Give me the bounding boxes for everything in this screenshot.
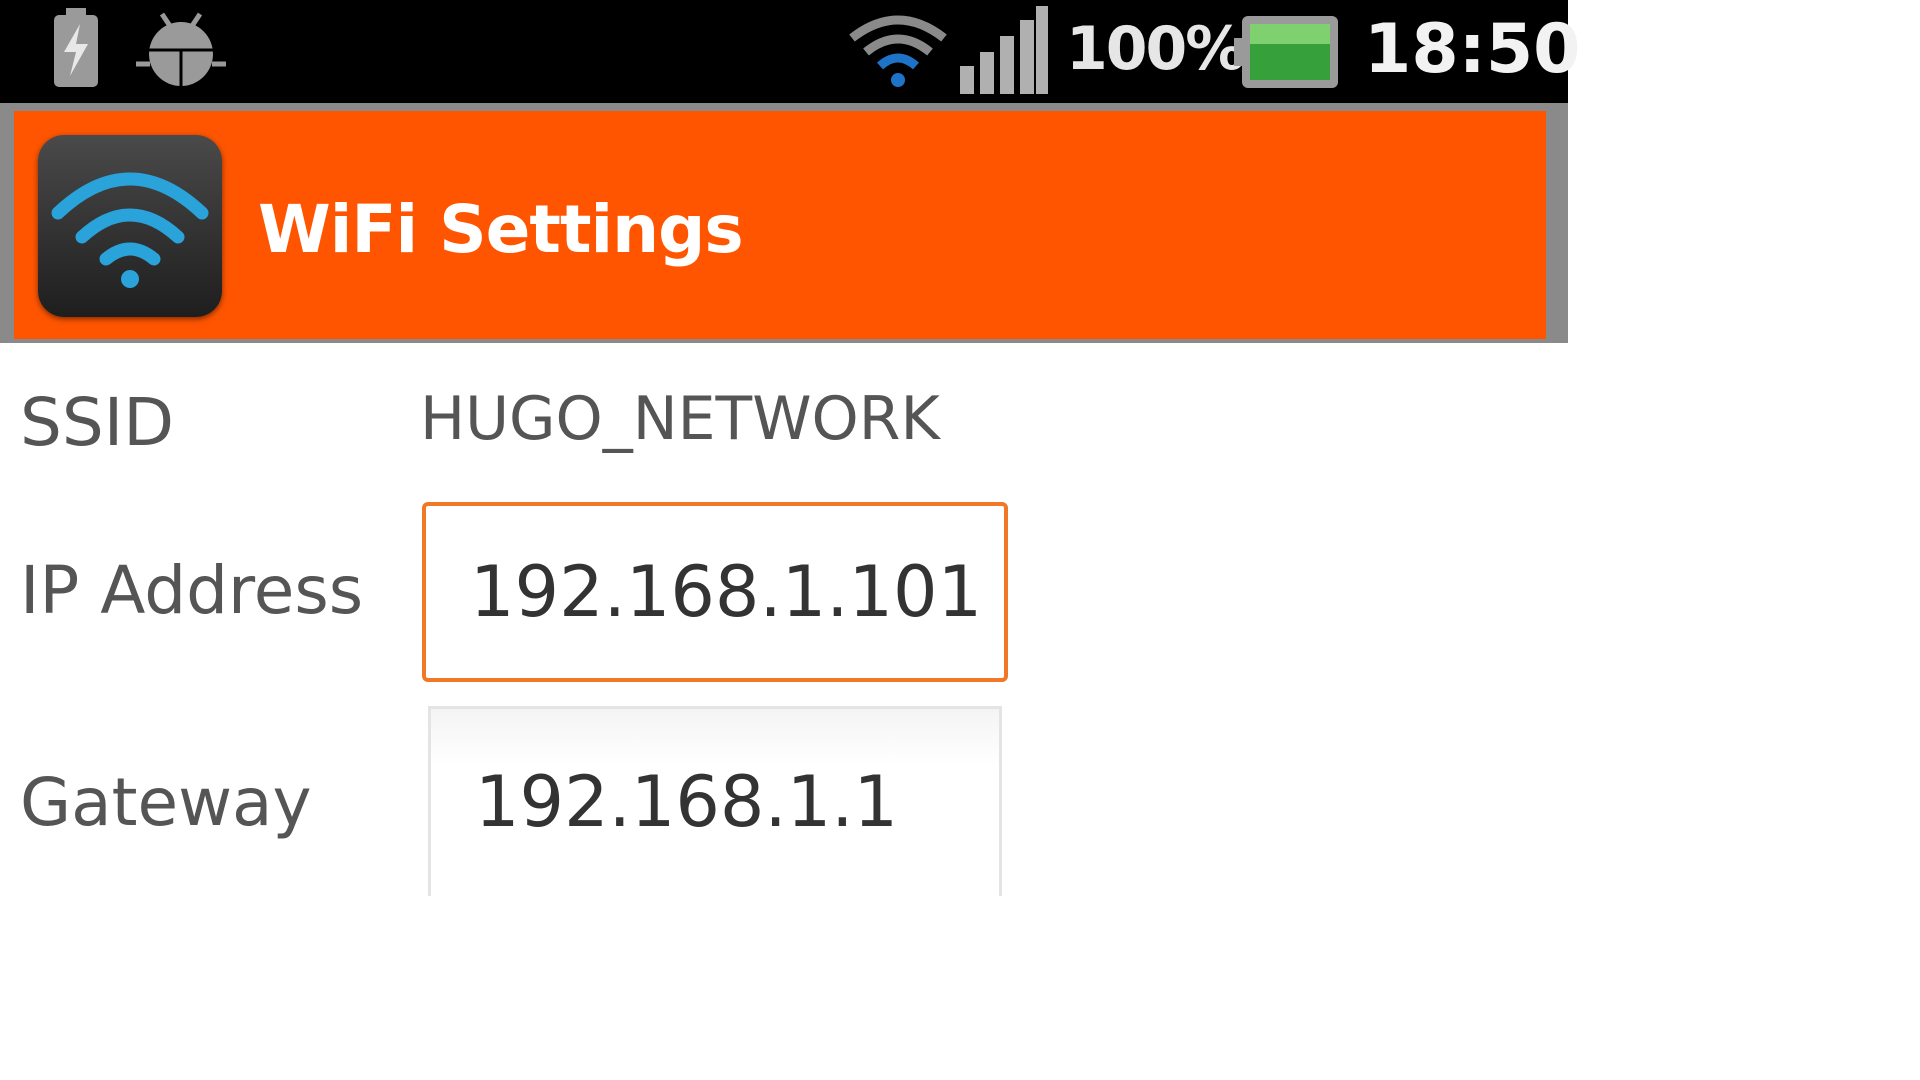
cell-signal-icon [960, 6, 1048, 94]
status-time: 18:50 [1364, 10, 1581, 89]
ssid-label: SSID [20, 384, 175, 461]
ip-address-value: 192.168.1.101 [470, 551, 983, 633]
app-bar-background: WiFi Settings [14, 111, 1546, 339]
ssid-value: HUGO_NETWORK [420, 384, 940, 454]
wifi-signal-icon [849, 15, 947, 87]
gateway-value: 192.168.1.1 [475, 761, 899, 843]
android-debug-icon [136, 12, 226, 88]
battery-icon [1234, 16, 1338, 88]
gateway-label: Gateway [20, 764, 312, 841]
ip-address-label: IP Address [20, 552, 364, 629]
battery-charging-icon [54, 8, 98, 87]
page-title: WiFi Settings [258, 191, 744, 268]
app-bar: WiFi Settings [0, 103, 1568, 343]
wifi-icon [51, 172, 209, 288]
battery-percent: 100% [1066, 14, 1245, 84]
wifi-app-icon[interactable] [38, 135, 222, 317]
gateway-field[interactable]: 192.168.1.1 [428, 706, 1002, 896]
status-bar: 100% 18:50 [0, 0, 1580, 103]
ip-address-field[interactable]: 192.168.1.101 [422, 502, 1008, 682]
